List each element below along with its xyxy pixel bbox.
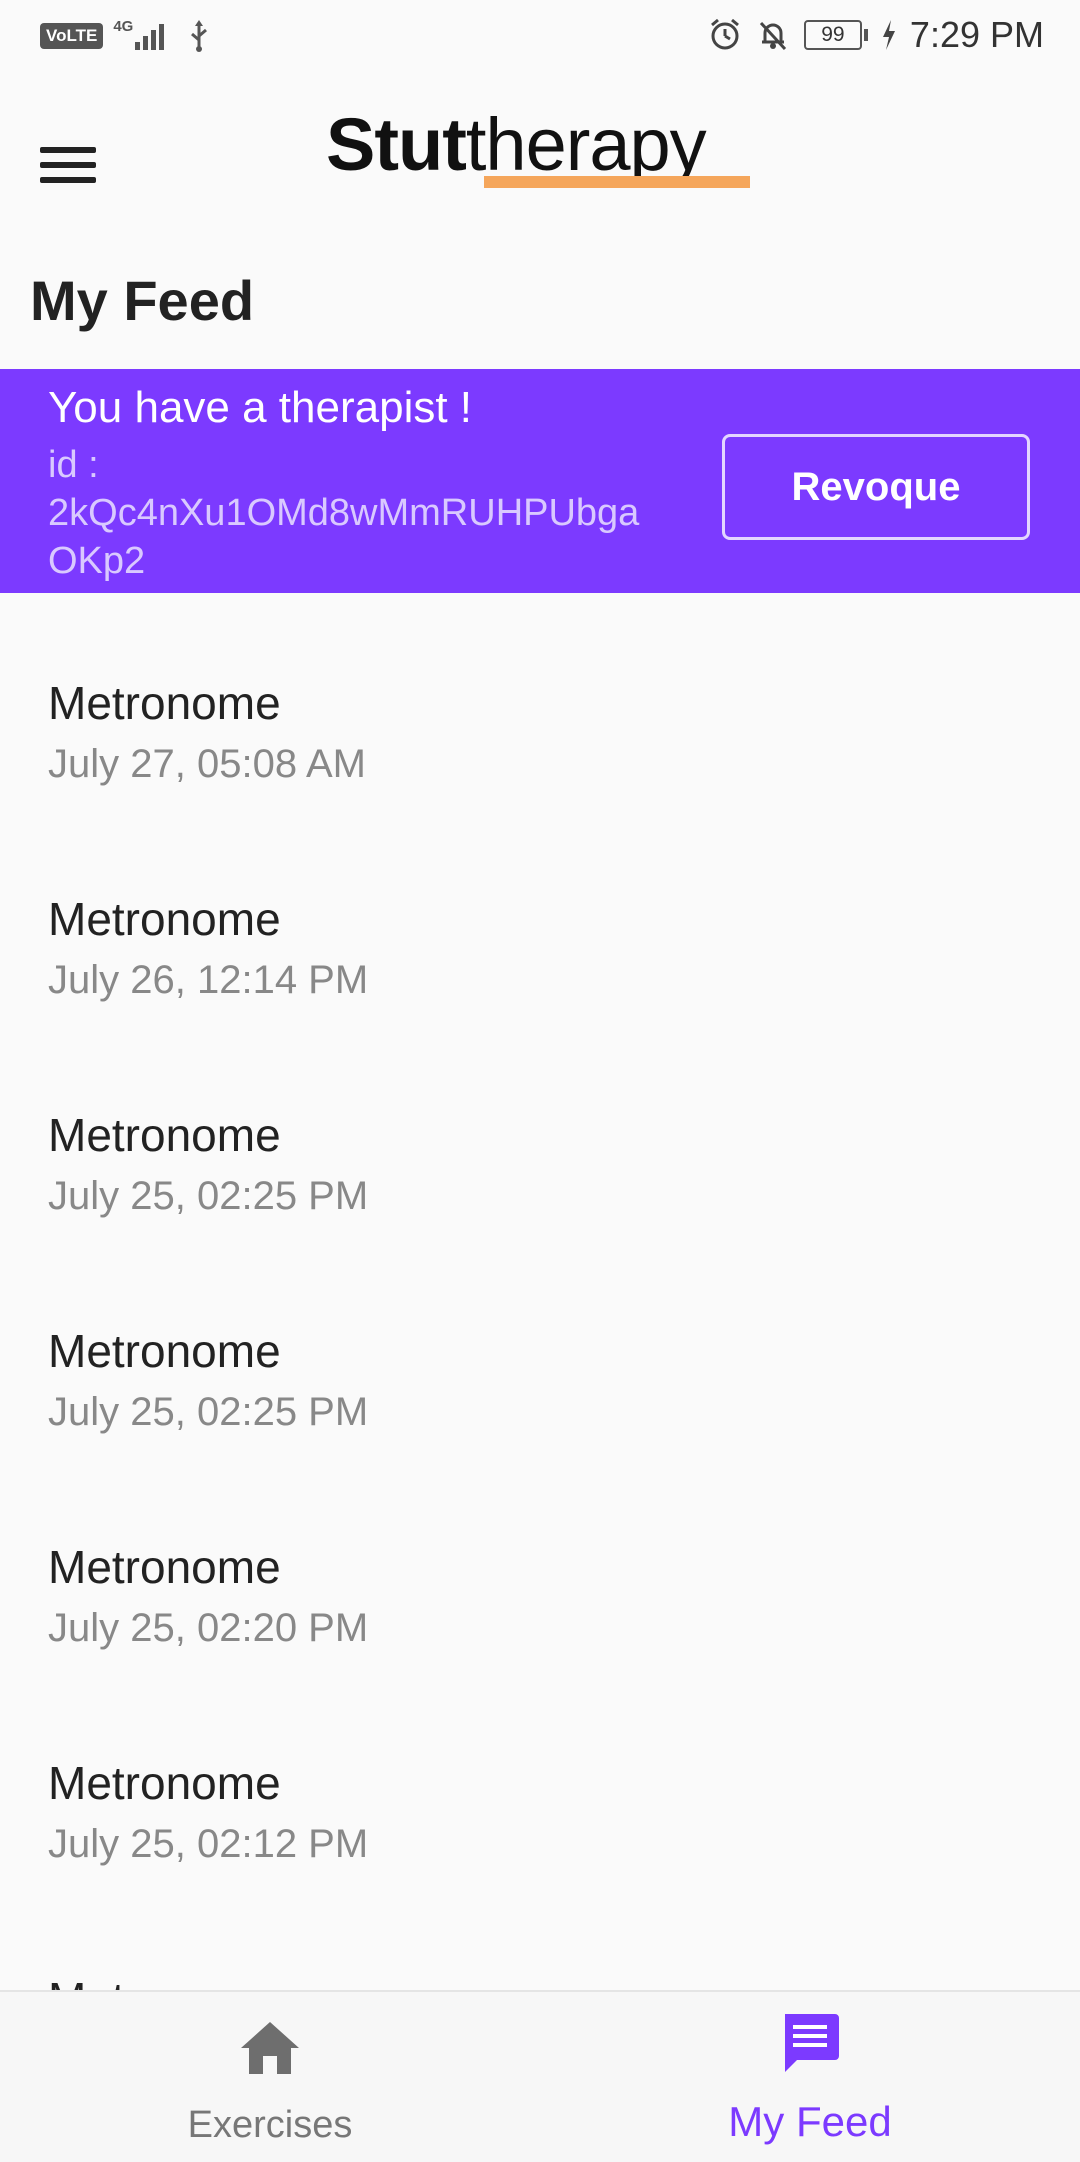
feed-item-title: Metronome — [48, 1757, 281, 1809]
feed-item-date: July 26, 12:14 PM — [48, 958, 369, 1002]
feed-item-title: Metronome — [48, 893, 281, 945]
feed-item-title: Metronome — [48, 1109, 281, 1161]
status-left: VoLTE 4G — [40, 18, 211, 54]
feed-item-date: July 25, 02:25 PM — [48, 1390, 369, 1434]
feed-item-date: July 27, 05:08 AM — [48, 742, 366, 786]
battery-icon: 99 — [803, 20, 868, 50]
nav-my-feed[interactable]: My Feed — [540, 1992, 1080, 2162]
app-logo: Stuttherapy — [326, 103, 707, 186]
therapist-id: id : 2kQc4nXu1OMd8wMmRUHPUbgaOKp2 — [48, 441, 668, 585]
status-bar: VoLTE 4G 99 7:29 PM — [0, 0, 1080, 72]
feed-list: Metronome July 27, 05:08 AM Metronome Ju… — [0, 594, 1080, 1990]
feed-item-date: July 25, 02:20 PM — [48, 1606, 369, 1650]
volte-icon: VoLTE — [40, 23, 104, 49]
menu-icon — [40, 147, 96, 153]
app-bar: Stuttherapy — [0, 72, 1080, 242]
feed-item[interactable]: Metronome July 25, 02:25 PM — [0, 1242, 1080, 1458]
feed-item[interactable]: Metronome July 25, 02:12 PM — [0, 1674, 1080, 1890]
nav-exercises[interactable]: Exercises — [0, 1992, 540, 2162]
feed-item-title: Metronome — [48, 677, 281, 729]
bottom-navigation: Exercises My Feed — [0, 1990, 1080, 2162]
feed-item[interactable]: Metronome July 27, 05:08 AM — [0, 594, 1080, 810]
signal-icon: 4G — [113, 18, 177, 54]
feed-item-title: Metronome — [48, 1972, 281, 1990]
logo-underline — [484, 176, 750, 188]
status-time: 7:29 PM — [909, 14, 1044, 55]
feed-item-date: July 25, 02:25 PM — [48, 1174, 369, 1218]
charging-icon — [882, 20, 895, 50]
menu-button[interactable] — [40, 132, 128, 198]
feed-item[interactable]: Metronome — [0, 1890, 1080, 1990]
feed-item-title: Metronome — [48, 1325, 281, 1377]
nav-exercises-label: Exercises — [187, 2104, 353, 2146]
feed-item[interactable]: Metronome July 25, 02:25 PM — [0, 1026, 1080, 1242]
revoque-button[interactable]: Revoque — [722, 434, 1030, 540]
nav-my-feed-label: My Feed — [728, 2098, 892, 2145]
feed-item-title: Metronome — [48, 1541, 281, 1593]
therapist-id-value: 2kQc4nXu1OMd8wMmRUHPUbgaOKp2 — [48, 492, 640, 582]
home-icon — [241, 2022, 299, 2074]
alarm-icon — [710, 18, 739, 50]
banner-title: You have a therapist ! — [48, 383, 473, 432]
feed-item[interactable]: Metronome July 26, 12:14 PM — [0, 810, 1080, 1026]
page-title: My Feed — [30, 269, 255, 332]
muted-bell-icon — [759, 21, 787, 51]
therapist-banner: You have a therapist ! id : 2kQc4nXu1OMd… — [0, 369, 1080, 593]
usb-icon — [191, 20, 208, 52]
feed-item[interactable]: Metronome July 25, 02:20 PM — [0, 1458, 1080, 1674]
therapist-id-label: id : — [48, 444, 99, 486]
status-right: 99 7:29 PM — [708, 14, 1044, 56]
feed-item-date: July 25, 02:12 PM — [48, 1822, 369, 1866]
message-icon — [785, 2014, 839, 2072]
